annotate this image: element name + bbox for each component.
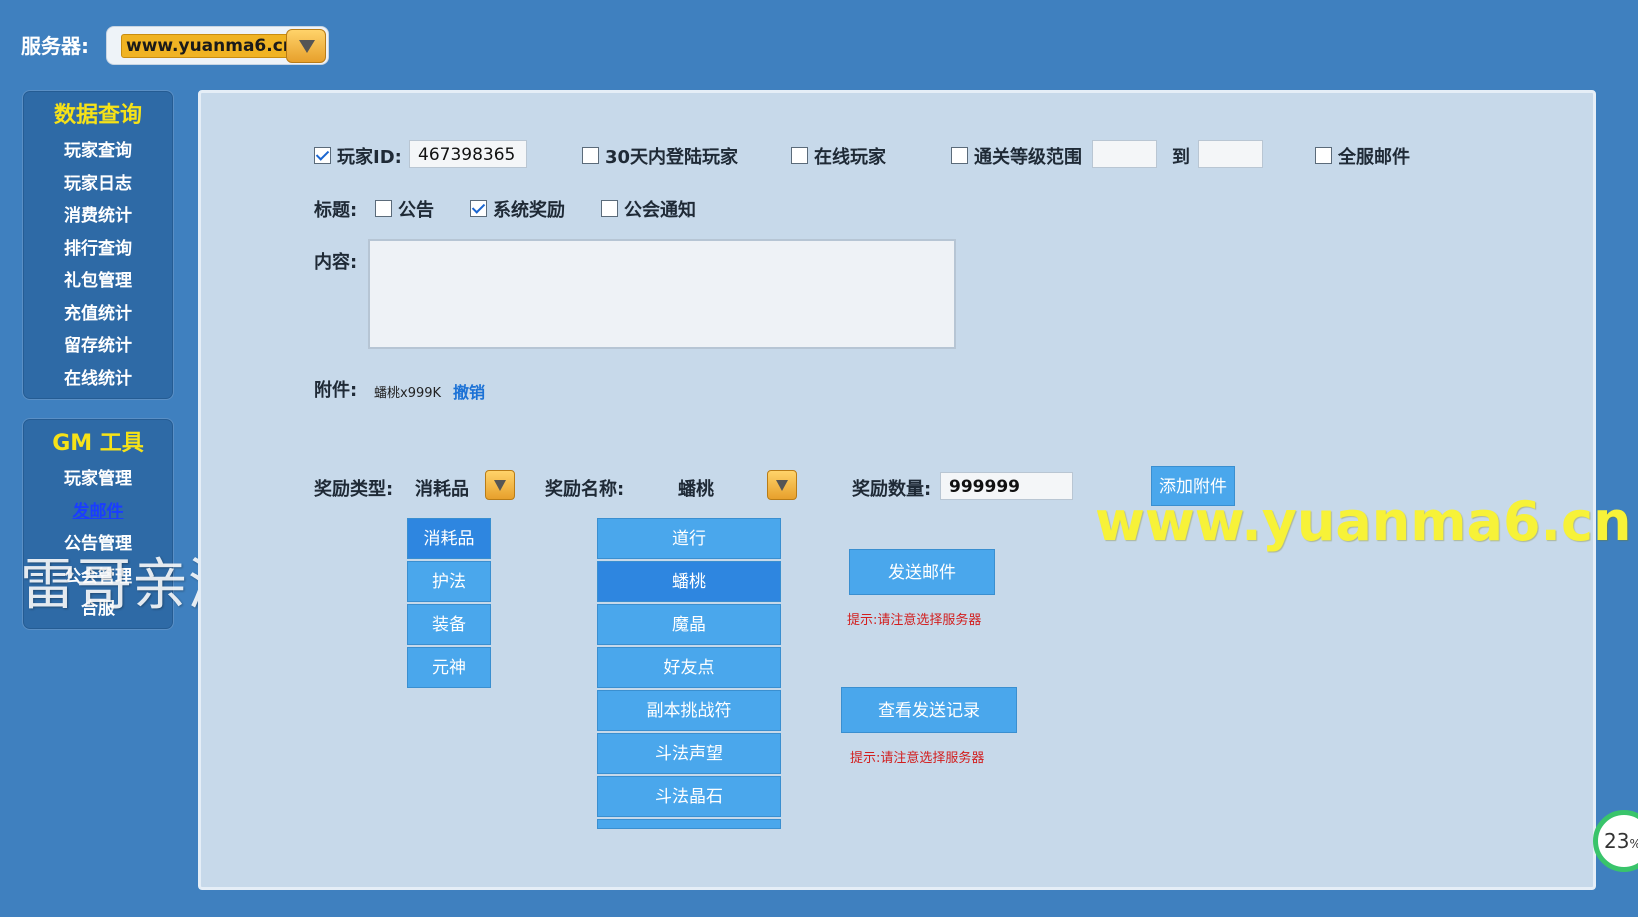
chevron-down-icon [494,480,506,491]
chevron-down-icon [776,480,788,491]
reward-type-label: 奖励类型: [314,479,394,500]
attachment-undo-link[interactable]: 撤销 [453,379,485,403]
all-server-checkbox[interactable] [1315,147,1332,164]
content-textarea[interactable] [368,239,956,349]
name-option-duel-prestige[interactable]: 斗法声望 [597,733,781,774]
reward-qty-input[interactable]: 999999 [940,472,1073,500]
type-option-guardian[interactable]: 护法 [407,561,491,602]
reward-qty-label: 奖励数量: [852,479,932,500]
sidebar-item-guild-manage[interactable]: 公会管理 [23,561,173,594]
sidebar-item-send-mail[interactable]: 发邮件 [23,496,173,529]
type-option-spirit[interactable]: 元神 [407,647,491,688]
title-guild-notice-label: 公会通知 [624,200,696,221]
name-option-dao[interactable]: 道行 [597,518,781,559]
attachment-value: 蟠桃x999K [374,386,442,401]
online-label: 在线玩家 [814,147,886,168]
progress-value: 23 [1604,829,1630,853]
player-id-input[interactable]: 467398365 [409,140,527,168]
sidebar-item-recharge-stats[interactable]: 充值统计 [23,298,173,331]
reward-name-dropdown-button[interactable] [767,470,797,500]
level-min-input[interactable] [1092,140,1157,168]
chevron-down-icon [299,40,315,53]
history-hint: 提示:请注意选择服务器 [850,751,985,766]
server-label: 服务器: [21,34,89,58]
login-30d-label: 30天内登陆玩家 [605,147,739,168]
server-dropdown-button[interactable] [286,29,326,63]
player-id-label: 玩家ID: [337,147,402,168]
player-id-checkbox[interactable] [314,147,331,164]
server-value: www.yuanma6.cn [121,34,300,58]
sidebar-data-query: 数据查询 玩家查询 玩家日志 消费统计 排行查询 礼包管理 充值统计 留存统计 … [22,90,174,400]
sidebar-item-player-query[interactable]: 玩家查询 [23,135,173,168]
level-max-input[interactable] [1198,140,1263,168]
view-send-history-button[interactable]: 查看发送记录 [841,687,1017,733]
level-range-label: 通关等级范围 [974,147,1082,168]
name-option-magic-crystal[interactable]: 魔晶 [597,604,781,645]
sidebar-item-player-manage[interactable]: 玩家管理 [23,463,173,496]
online-checkbox[interactable] [791,147,808,164]
sidebar-item-gift-pack[interactable]: 礼包管理 [23,265,173,298]
sidebar-item-retention-stats[interactable]: 留存统计 [23,330,173,363]
sidebar-item-player-log[interactable]: 玩家日志 [23,168,173,201]
login-30d-checkbox[interactable] [582,147,599,164]
sidebar-gm-tools: GM 工具 玩家管理 发邮件 公告管理 公会管理 合服 [22,418,174,630]
app-window: 服务器: www.yuanma6.cn 数据查询 玩家查询 玩家日志 消费统计 … [0,0,1638,917]
type-option-consumable[interactable]: 消耗品 [407,518,491,559]
reward-name-value[interactable]: 蟠桃 [678,475,714,501]
add-attachment-button[interactable]: 添加附件 [1151,466,1235,506]
title-announcement-checkbox[interactable] [375,200,392,217]
progress-indicator: 23% [1593,810,1638,872]
sidebar-section-title: GM 工具 [52,431,144,456]
sidebar-item-online-stats[interactable]: 在线统计 [23,363,173,396]
sidebar-section-title: 数据查询 [53,103,142,128]
sidebar-item-ranking[interactable]: 排行查询 [23,233,173,266]
title-guild-notice-checkbox[interactable] [601,200,618,217]
attachment-label: 附件: [314,380,358,401]
name-option-peach[interactable]: 蟠桃 [597,561,781,602]
content-label: 内容: [314,252,358,273]
name-option-friend-points[interactable]: 好友点 [597,647,781,688]
mail-form-panel: 玩家ID: 467398365 30天内登陆玩家 在线玩家 通关等级范围 到 全… [198,90,1596,890]
server-dropdown[interactable]: www.yuanma6.cn [106,26,329,65]
title-system-reward-checkbox[interactable] [470,200,487,217]
send-mail-button[interactable]: 发送邮件 [849,549,995,595]
send-hint: 提示:请注意选择服务器 [847,613,982,628]
to-label: 到 [1172,147,1190,168]
reward-name-label: 奖励名称: [545,479,625,500]
sidebar-item-merge-server[interactable]: 合服 [23,593,173,626]
progress-unit: % [1629,837,1638,851]
level-range-checkbox[interactable] [951,147,968,164]
title-label: 标题: [314,200,358,221]
sidebar-item-spend-stats[interactable]: 消费统计 [23,200,173,233]
all-server-label: 全服邮件 [1338,147,1410,168]
name-option-dungeon-token[interactable]: 副本挑战符 [597,690,781,731]
type-option-equipment[interactable]: 装备 [407,604,491,645]
title-system-reward-label: 系统奖励 [493,200,565,221]
title-announcement-label: 公告 [398,200,434,221]
reward-type-dropdown-button[interactable] [485,470,515,500]
reward-type-value[interactable]: 消耗品 [415,475,469,501]
name-option-duel-crystal[interactable]: 斗法晶石 [597,776,781,817]
name-list-overflow-item[interactable] [597,819,781,829]
sidebar-item-announcement[interactable]: 公告管理 [23,528,173,561]
